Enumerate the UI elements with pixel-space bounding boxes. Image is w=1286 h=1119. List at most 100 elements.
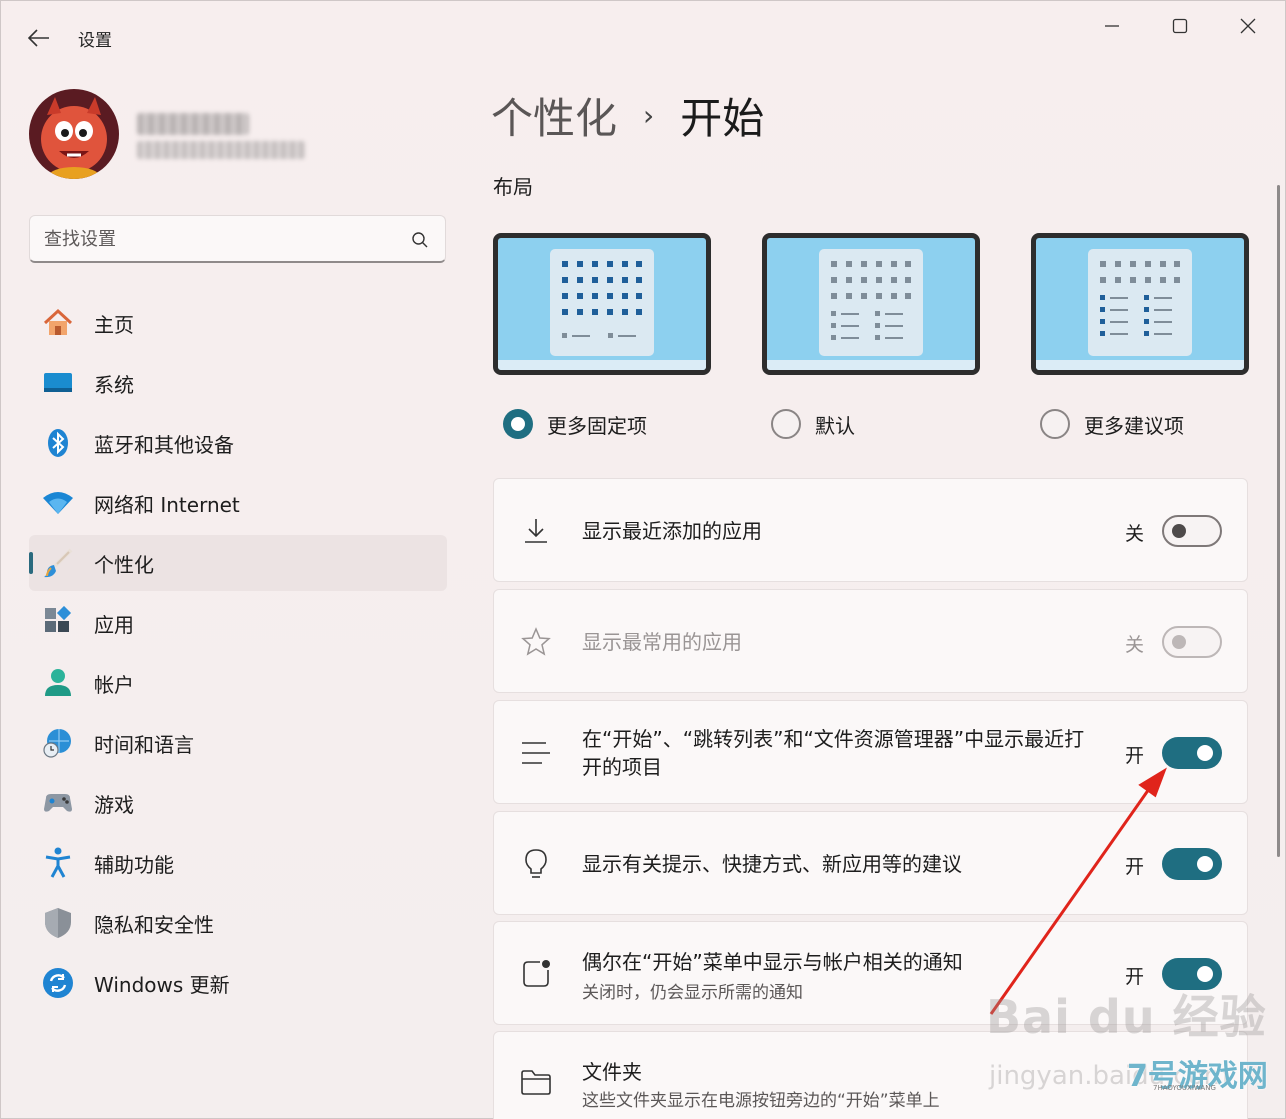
sidebar-item-label: 主页 xyxy=(94,312,134,337)
toggle-switch xyxy=(1162,626,1222,658)
setting-title: 在“开始”、“跳转列表”和“文件资源管理器”中显示最近打 开的项目 xyxy=(582,725,1084,781)
setting-title-line: 开的项目 xyxy=(582,755,662,779)
back-button[interactable] xyxy=(21,21,57,55)
notification-icon xyxy=(518,956,554,992)
account-icon xyxy=(41,666,75,700)
download-icon xyxy=(518,513,554,549)
breadcrumb: 个性化 › 开始 xyxy=(491,85,764,145)
radio-button[interactable] xyxy=(503,409,533,439)
sidebar-item-label: 辅助功能 xyxy=(94,852,174,877)
layout-preview-more-pins[interactable] xyxy=(493,233,711,375)
toggle-state-label: 开 xyxy=(1124,745,1144,767)
sidebar-item-label: 时间和语言 xyxy=(94,732,194,757)
sidebar-item-accounts[interactable]: 帐户 xyxy=(29,655,447,711)
sidebar-item-label: Windows 更新 xyxy=(94,972,230,997)
accessibility-icon xyxy=(41,846,75,880)
layout-preview-more-recommendations[interactable] xyxy=(1031,233,1249,375)
setting-title-line: 在“开始”、“跳转列表”和“文件资源管理器”中显示最近打 xyxy=(582,727,1085,751)
folder-icon xyxy=(518,1064,554,1100)
sidebar-item-label: 个性化 xyxy=(94,552,154,577)
app-title: 设置 xyxy=(78,31,112,51)
user-name-blurred xyxy=(137,113,249,135)
start-menu-preview xyxy=(819,249,923,356)
sidebar-item-label: 网络和 Internet xyxy=(94,492,240,517)
sidebar-item-privacy[interactable]: 隐私和安全性 xyxy=(29,895,447,951)
breadcrumb-parent[interactable]: 个性化 xyxy=(491,85,617,146)
breadcrumb-separator: › xyxy=(643,98,655,132)
system-icon xyxy=(41,366,75,400)
setting-title: 显示有关提示、快捷方式、新应用等的建议 xyxy=(582,852,962,876)
sidebar-item-label: 系统 xyxy=(94,372,134,397)
avatar[interactable] xyxy=(29,89,119,179)
scrollbar[interactable] xyxy=(1277,185,1280,857)
setting-tips-suggestions: 显示有关提示、快捷方式、新应用等的建议 开 xyxy=(493,811,1248,915)
sidebar-item-label: 隐私和安全性 xyxy=(94,912,214,937)
radio-label: 默认 xyxy=(815,413,855,438)
shield-icon xyxy=(41,906,75,940)
start-menu-preview xyxy=(1088,249,1192,356)
layout-preview-default[interactable] xyxy=(762,233,980,375)
setting-title: 显示最近添加的应用 xyxy=(582,519,762,543)
toggle-state-label: 关 xyxy=(1124,634,1144,656)
maximize-button[interactable] xyxy=(1147,7,1213,45)
radio-button[interactable] xyxy=(771,409,801,439)
lightbulb-icon xyxy=(518,846,554,882)
sidebar-item-bluetooth[interactable]: 蓝牙和其他设备 xyxy=(29,415,447,471)
search-input[interactable] xyxy=(44,226,394,252)
setting-title: 文件夹 xyxy=(582,1060,642,1084)
back-arrow-icon xyxy=(28,29,49,47)
star-icon xyxy=(518,624,554,660)
search-box[interactable] xyxy=(29,215,446,263)
monitor-preview xyxy=(493,233,711,375)
list-icon xyxy=(518,735,554,771)
start-menu-preview xyxy=(550,249,654,356)
minimize-button[interactable] xyxy=(1079,7,1145,45)
sidebar-item-windows-update[interactable]: Windows 更新 xyxy=(29,955,447,1011)
radio-more-recommendations[interactable]: 更多建议项 xyxy=(1040,406,1184,442)
taskbar-preview xyxy=(1036,360,1244,370)
setting-subtitle: 这些文件夹显示在电源按钮旁边的“开始”菜单上 xyxy=(582,1091,940,1111)
radio-label: 更多建议项 xyxy=(1084,413,1184,438)
sidebar-item-gaming[interactable]: 游戏 xyxy=(29,775,447,831)
sidebar-item-time-language[interactable]: 时间和语言 xyxy=(29,715,447,771)
search-icon[interactable] xyxy=(411,231,429,249)
watermark-baidu: Bai du 经验 xyxy=(986,990,1267,1044)
bluetooth-icon xyxy=(41,426,75,460)
apps-icon xyxy=(41,606,75,640)
toggle-switch[interactable] xyxy=(1162,737,1222,769)
monitor-preview xyxy=(762,233,980,375)
sidebar-item-home[interactable]: 主页 xyxy=(29,295,447,351)
title-bar: 设置 xyxy=(1,1,1285,63)
radio-button[interactable] xyxy=(1040,409,1070,439)
monitor-preview xyxy=(1031,233,1249,375)
setting-subtitle: 关闭时，仍会显示所需的通知 xyxy=(582,983,803,1003)
sidebar-item-label: 游戏 xyxy=(94,792,134,817)
sidebar-item-network[interactable]: 网络和 Internet xyxy=(29,475,447,531)
sidebar-item-label: 帐户 xyxy=(94,672,134,697)
close-button[interactable] xyxy=(1215,7,1281,45)
user-email-blurred xyxy=(137,141,305,159)
setting-most-used-apps: 显示最常用的应用 关 xyxy=(493,589,1248,693)
default-grid-icon xyxy=(831,261,911,340)
minimize-icon xyxy=(1105,25,1119,27)
radio-more-pins[interactable]: 更多固定项 xyxy=(503,406,647,442)
watermark-site-sub: 7HAOYOUXIWANG xyxy=(1153,1084,1216,1092)
toggle-switch[interactable] xyxy=(1162,515,1222,547)
toggle-switch[interactable] xyxy=(1162,848,1222,880)
setting-recently-added-apps: 显示最近添加的应用 关 xyxy=(493,478,1248,582)
layout-section-title: 布局 xyxy=(493,175,533,199)
sidebar-item-personalization[interactable]: 个性化 xyxy=(29,535,447,591)
page-title: 开始 xyxy=(680,93,765,143)
gamepad-icon xyxy=(41,786,75,820)
radio-default[interactable]: 默认 xyxy=(771,406,855,442)
home-icon xyxy=(41,306,75,340)
sidebar-item-apps[interactable]: 应用 xyxy=(29,595,447,651)
setting-recent-items: 在“开始”、“跳转列表”和“文件资源管理器”中显示最近打 开的项目 开 xyxy=(493,700,1248,804)
pins-grid-icon xyxy=(562,261,642,338)
sidebar-item-system[interactable]: 系统 xyxy=(29,355,447,411)
sidebar-nav: 主页 系统 蓝牙和其他设备 网络和 Internet 个性化 应用 帐户 时间和… xyxy=(29,295,447,1015)
toggle-state-label: 关 xyxy=(1124,523,1144,545)
close-icon xyxy=(1240,18,1256,34)
sidebar-item-accessibility[interactable]: 辅助功能 xyxy=(29,835,447,891)
radio-label: 更多固定项 xyxy=(547,413,647,438)
